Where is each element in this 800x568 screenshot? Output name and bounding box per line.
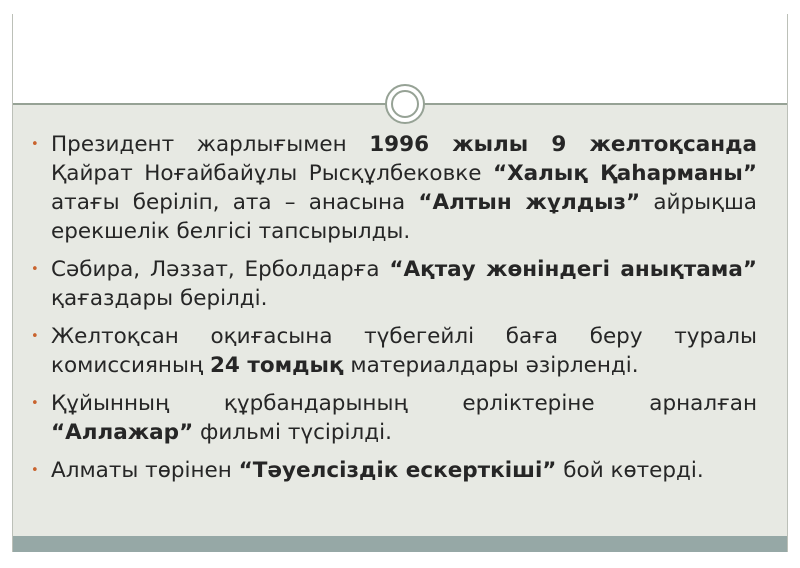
bullet-list: • Президент жарлығымен 1996 жылы 9 желтоқ… — [31, 130, 757, 494]
bullet-emphasis-text: “Алтын жұлдыз” — [418, 190, 641, 215]
bullet-item: • Сәбира, Ләззат, Ерболдарға “Ақтау жөнін… — [31, 255, 757, 313]
bullet-text: фильмі түсірілді. — [193, 420, 392, 445]
bullet-marker: • — [31, 329, 39, 344]
bullet-marker: • — [31, 262, 39, 277]
bullet-text: Сәбира, Ләззат, Ерболдарға — [51, 257, 390, 282]
slide: • Президент жарлығымен 1996 жылы 9 желтоқ… — [12, 14, 788, 552]
bullet-emphasis-text: 1996 жылы 9 желтоқсанда — [369, 132, 757, 157]
bullet-marker: • — [31, 137, 39, 152]
bullet-emphasis-text: 24 томдық — [209, 353, 344, 378]
bullet-item: • Президент жарлығымен 1996 жылы 9 желтоқ… — [31, 130, 757, 246]
bullet-text: бой көтерді. — [556, 458, 704, 483]
bullet-marker: • — [31, 396, 39, 411]
bullet-text: Қайрат Ноғайбайұлы Рысқұлбековке — [51, 161, 493, 186]
bullet-text: Президент жарлығымен — [51, 132, 370, 157]
bullet-item: • Желтоқсан оқиғасына түбегейлі баға беру… — [31, 322, 757, 380]
bullet-emphasis-text: “Тәуелсіздік ескерткіші” — [238, 458, 557, 483]
double-circle-icon — [385, 84, 425, 124]
bullet-text: материалдары әзірленді. — [343, 353, 639, 378]
bullet-emphasis-text: “Аллажар” — [51, 420, 194, 445]
bullet-text: Құйынның құрбандарының ерліктеріне арнал… — [51, 391, 757, 416]
bullet-text: қағаздары берілді. — [51, 286, 268, 311]
bullet-item: • Құйынның құрбандарының ерліктеріне арна… — [31, 389, 757, 447]
bullet-emphasis-text: “Халық Қаһарманы” — [492, 161, 757, 186]
bullet-marker: • — [31, 463, 39, 478]
bullet-item: • Алматы төрінен “Тәуелсіздік ескерткіші”… — [31, 456, 757, 485]
slide-bottom-band — [13, 536, 787, 552]
bullet-text: Алматы төрінен — [51, 458, 239, 483]
bullet-text: атағы беріліп, ата – анасына — [51, 190, 419, 215]
bullet-emphasis-text: “Ақтау жөніндегі анықтама” — [389, 257, 757, 282]
inner-circle — [391, 90, 419, 118]
